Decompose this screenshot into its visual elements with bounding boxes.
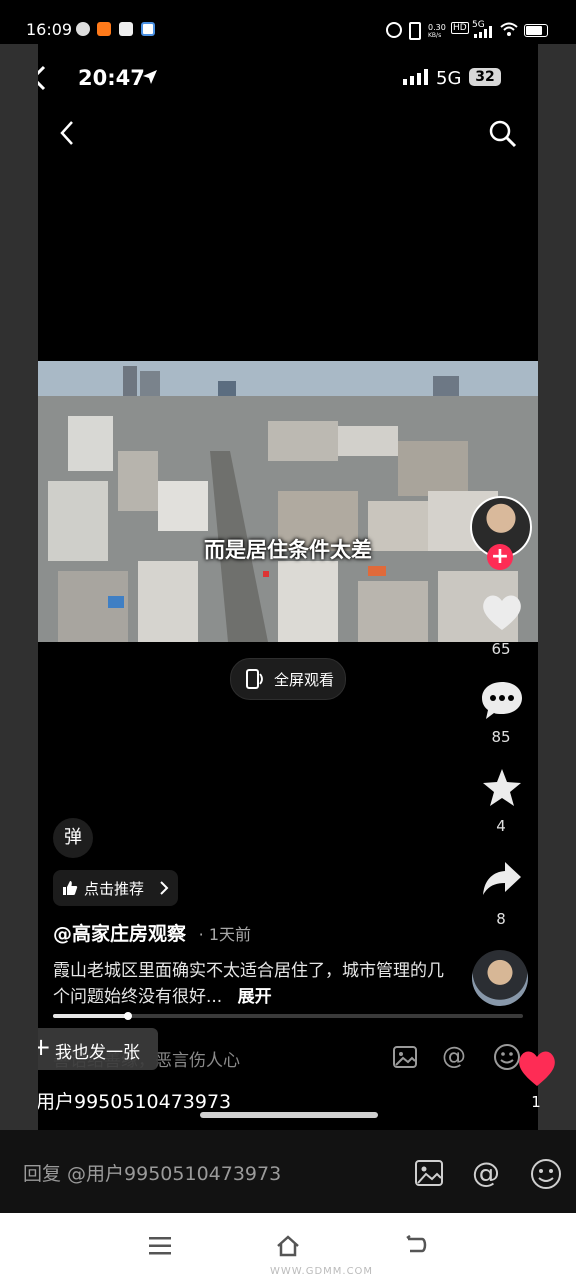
danmaku-label: 弹: [64, 827, 82, 848]
expand-link[interactable]: 展开: [238, 987, 272, 1007]
app-notification-icon: [119, 22, 133, 36]
at-icon[interactable]: @: [442, 1042, 466, 1070]
recommend-button[interactable]: 点击推荐: [53, 870, 178, 906]
music-disc-avatar[interactable]: [472, 950, 528, 1006]
reply-bar: 回复 @用户9950510473973 @: [0, 1130, 576, 1213]
video-progress-bar[interactable]: [53, 1012, 523, 1020]
plus-icon: +: [490, 544, 510, 569]
rotate-screen-icon: [246, 669, 263, 689]
inner-network-label: 5G: [436, 68, 462, 89]
float-like-count: 1: [531, 1093, 541, 1111]
comment-icon[interactable]: [480, 680, 524, 722]
author-handle[interactable]: @高家庄房观察 · 1天前: [53, 919, 251, 946]
send-one-button[interactable]: + 我也发一张: [38, 1028, 158, 1070]
post-description: 霞山老城区里面确实不太适合居住了，城市管理的几个问题始终没有很好... 展开: [53, 958, 448, 1010]
net-speed-unit: KB/s: [428, 32, 442, 39]
video-progress-fill: [53, 1014, 129, 1018]
author-name[interactable]: @高家庄房观察: [53, 923, 186, 945]
at-icon[interactable]: @: [472, 1156, 500, 1189]
inner-clock: 20:47: [78, 66, 145, 90]
follow-button[interactable]: +: [487, 544, 513, 570]
share-count: 8: [496, 910, 506, 928]
alarm-icon: [386, 22, 402, 38]
plus-icon: +: [38, 1033, 52, 1061]
image-icon[interactable]: [415, 1160, 443, 1186]
home-indicator: [200, 1112, 378, 1118]
outer-status-bar: 16:09 0.30 KB/s HD 5G: [0, 0, 576, 44]
video-subtitle: 而是居住条件太差: [204, 538, 372, 562]
progress-handle[interactable]: [124, 1012, 133, 1020]
left-gutter: [0, 44, 38, 1130]
share-icon[interactable]: [481, 860, 523, 898]
home-icon[interactable]: [276, 1235, 300, 1257]
video-frame[interactable]: [38, 361, 538, 642]
back-arrow-icon[interactable]: [58, 119, 76, 147]
hd-badge: HD: [451, 22, 469, 34]
back-arrow-icon[interactable]: [38, 64, 48, 92]
signal-icon: [474, 26, 492, 38]
right-gutter: [538, 44, 576, 1130]
city-skyline: [38, 361, 538, 642]
fullscreen-label: 全屏观看: [274, 671, 335, 689]
app-notification-icon: [76, 22, 90, 36]
net-speed: 0.30: [428, 23, 446, 32]
recommend-label: 点击推荐: [84, 880, 145, 898]
star-icon[interactable]: [481, 768, 523, 808]
reply-target-user[interactable]: @用户9950510473973: [38, 1087, 231, 1114]
danmaku-toggle[interactable]: 弹: [53, 818, 93, 858]
watermark-text: WWW.GDMM.COM: [270, 1266, 374, 1277]
fullscreen-button[interactable]: 全屏观看: [230, 658, 346, 700]
battery-level: 32: [475, 69, 495, 85]
like-count: 65: [491, 640, 511, 658]
heart-icon[interactable]: [480, 592, 524, 632]
video-screen: 20:47 5G 32 而是居住条件太差 全屏观看 + 65 85 4 8 弹 …: [38, 44, 538, 1130]
post-time: · 1天前: [198, 925, 251, 944]
search-icon[interactable]: [488, 119, 518, 149]
back-icon[interactable]: [404, 1235, 428, 1257]
reply-input[interactable]: 回复 @用户9950510473973: [23, 1159, 281, 1186]
emoji-icon[interactable]: [530, 1158, 562, 1190]
vibrate-icon: [409, 22, 421, 40]
outer-battery-icon: [524, 24, 548, 37]
outer-clock: 16:09: [26, 20, 73, 39]
image-icon[interactable]: [393, 1046, 417, 1068]
heart-icon[interactable]: [516, 1048, 558, 1088]
comment-count: 85: [491, 728, 511, 746]
taobao-notification-icon: [97, 22, 111, 36]
inner-battery-icon: 32: [469, 68, 501, 86]
system-nav-bar: WWW.GDMM.COM: [0, 1213, 576, 1280]
app-notification-icon: [141, 22, 155, 36]
inner-signal-icon: [403, 69, 428, 85]
send-one-label: 我也发一张: [55, 1043, 140, 1063]
thumb-up-icon: [63, 881, 78, 895]
chevron-right-icon: [160, 881, 169, 895]
favorite-count: 4: [496, 817, 506, 835]
menu-icon[interactable]: [149, 1237, 171, 1255]
wifi-icon: [500, 22, 518, 36]
location-arrow-icon: [143, 70, 157, 84]
